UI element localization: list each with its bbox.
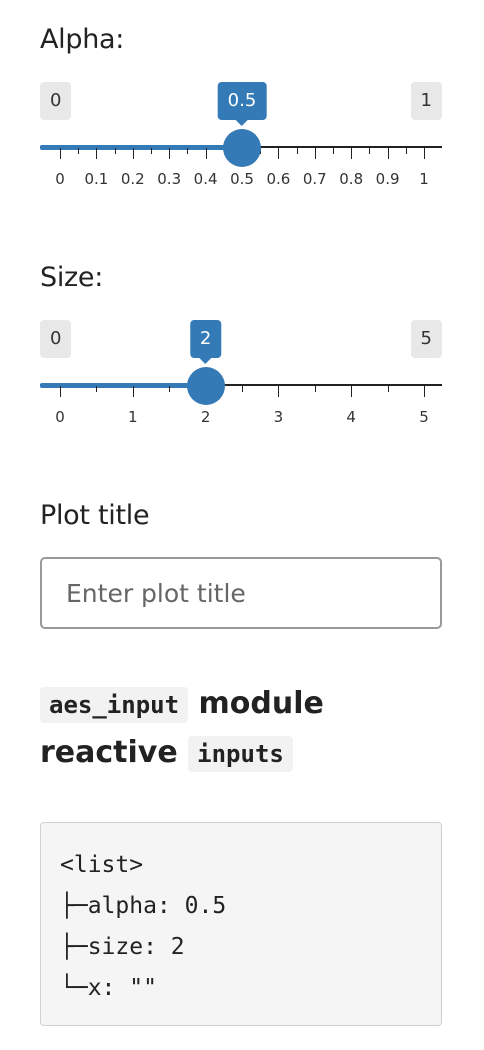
alpha-tick-label: 0.6 [266,170,291,188]
alpha-tick-label: 0.1 [84,170,109,188]
size-min-label: 0 [40,320,72,358]
size-tick-label: 1 [128,408,138,426]
output-line: <list> [60,852,144,878]
section-heading: aes_input module reactive inputs [40,680,460,778]
plot-title-label: Plot title [40,500,150,531]
size-tick-label: 3 [273,408,284,426]
alpha-tick-label: 0.3 [157,170,182,188]
size-tick [424,386,425,397]
alpha-tick-label: 1 [419,170,429,188]
size-tick [278,386,280,397]
size-tick [351,386,353,397]
alpha-tick [169,148,171,159]
alpha-value-label: 0.5 [217,82,267,126]
alpha-minor-tick [151,148,152,154]
size-tick-label: 4 [346,408,356,426]
alpha-tick [60,148,61,159]
size-slider-handle[interactable] [186,367,225,405]
alpha-tick-label: 0.5 [230,170,254,188]
size-ticks: 0 1 2 3 4 5 [40,386,442,426]
size-tick-label: 2 [200,408,211,426]
size-tick [132,386,134,397]
output-line: ├─alpha: 0.5 [60,893,227,919]
size-minor-tick [242,386,243,392]
alpha-minor-tick [187,148,189,154]
size-minor-tick [314,386,316,392]
alpha-minor-tick [78,148,80,154]
alpha-minor-tick [296,148,298,154]
alpha-tick [387,148,389,159]
heading-code-aes-input: aes_input [40,687,189,723]
size-minor-tick [96,386,98,392]
heading-text-module: module [198,686,324,721]
output-line: ├─size: 2 [60,934,185,960]
alpha-tick-label: 0.8 [339,170,364,188]
size-slider[interactable]: 0 5 0 1 2 3 4 5 2 [40,320,442,450]
alpha-max-label: 1 [410,82,442,120]
heading-text-reactive: reactive [40,735,178,770]
alpha-slider-handle[interactable] [223,129,261,167]
alpha-tick [278,148,280,159]
alpha-minor-tick [114,148,116,154]
alpha-min-label: 0 [40,82,72,120]
alpha-tick-label: 0.7 [302,170,327,188]
size-tick-label: 5 [419,408,429,426]
alpha-tick [351,148,353,159]
alpha-minor-tick [333,148,334,154]
alpha-tick-label: 0.4 [193,170,218,188]
alpha-tick [96,148,98,159]
size-max-label: 5 [410,320,442,358]
heading-code-inputs: inputs [188,736,293,772]
alpha-label: Alpha: [40,24,125,55]
module-panel: Alpha: 0 1 0 0.1 0.2 0.3 0.4 0.5 0.6 0.7 0.8 0.9 1… [0,0,484,1050]
alpha-tick-label: 0 [55,170,65,188]
alpha-tick-label: 0.9 [375,170,400,188]
alpha-minor-tick [369,148,371,154]
size-minor-tick [169,386,171,392]
alpha-tick-label: 0.2 [120,170,145,188]
alpha-slider[interactable]: 0 1 0 0.1 0.2 0.3 0.4 0.5 0.6 0.7 0.8 0.9 1 0.5 [40,82,442,212]
size-tick-label: 0 [55,408,65,426]
size-tick [60,386,61,397]
alpha-tick [205,148,207,159]
alpha-tick [132,148,134,159]
reactive-inputs-output: <list> ├─alpha: 0.5 ├─size: 2 └─x: "" [40,822,442,1026]
size-label: Size: [40,262,104,293]
size-minor-tick [387,386,389,392]
plot-title-input[interactable] [40,557,442,629]
alpha-minor-tick [405,148,407,154]
alpha-tick [314,148,316,159]
alpha-tick [424,148,425,159]
output-line: └─x: "" [60,975,157,1001]
size-value-label: 2 [189,320,222,364]
